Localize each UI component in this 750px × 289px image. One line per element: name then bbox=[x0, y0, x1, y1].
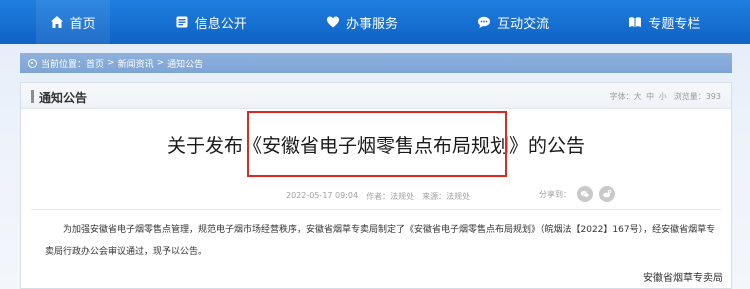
panel-meta: 字体：大 中 小 浏览量：393 bbox=[610, 91, 721, 102]
title-marker bbox=[31, 90, 34, 103]
breadcrumb-separator: > bbox=[107, 58, 115, 68]
nav-label: 互动交流 bbox=[497, 16, 550, 32]
article-meta: 2022-05-17 09:04 作者：法规处 来源：法规处 bbox=[286, 191, 470, 202]
nav-label: 办事服务 bbox=[345, 16, 398, 32]
article-body: 为加强安徽省电子烟零售点管理，规范电子烟市场经营秩序，安徽省烟草专卖局制定了《安… bbox=[45, 225, 716, 257]
nav-item-interaction[interactable]: 互动交流 bbox=[463, 0, 563, 44]
share-label: 分享到： bbox=[539, 189, 571, 199]
views-label: 浏览量： bbox=[673, 92, 706, 101]
home-icon bbox=[50, 15, 64, 29]
breadcrumb: 当前位置： 首页 > 新闻资讯 > 通知公告 bbox=[20, 53, 732, 73]
document-icon bbox=[175, 15, 189, 29]
source-label: 来源： bbox=[422, 192, 447, 201]
heart-icon bbox=[326, 15, 340, 29]
nav-label: 信息公开 bbox=[194, 16, 247, 32]
font-size-label: 字体： bbox=[609, 92, 634, 101]
share-bar: 分享到： bbox=[539, 186, 615, 202]
font-size-options[interactable]: 大 中 小 bbox=[634, 92, 668, 101]
nav-item-services[interactable]: 办事服务 bbox=[312, 0, 412, 44]
panel-header: 通知公告 字体：大 中 小 浏览量：393 bbox=[21, 83, 731, 109]
book-icon bbox=[628, 15, 642, 29]
article-date: 2022-05-17 09:04 bbox=[286, 191, 359, 200]
article-signature: 安徽省烟草专卖局 bbox=[643, 273, 723, 284]
nav-item-info[interactable]: 信息公开 bbox=[161, 0, 261, 44]
chat-icon bbox=[477, 15, 491, 29]
weibo-share-button[interactable] bbox=[599, 186, 615, 202]
wechat-share-button[interactable] bbox=[577, 186, 593, 202]
nav-item-topics[interactable]: 专题专栏 bbox=[614, 0, 714, 44]
author-label: 作者： bbox=[366, 192, 391, 201]
wechat-icon bbox=[580, 190, 590, 198]
content-panel: 通知公告 字体：大 中 小 浏览量：393 关于发布《安徽省电子烟零售点布局规划… bbox=[20, 82, 732, 289]
top-nav: 首页 信息公开 办事服务 互动交流 专题专栏 bbox=[0, 0, 750, 44]
weibo-icon bbox=[603, 189, 612, 198]
highlight-annotation bbox=[247, 111, 507, 177]
panel-title: 通知公告 bbox=[39, 91, 88, 105]
breadcrumb-prefix: 当前位置： bbox=[41, 59, 87, 70]
article-source: 法规处 bbox=[446, 192, 471, 201]
article-author: 法规处 bbox=[390, 192, 415, 201]
divider bbox=[31, 209, 721, 210]
nav-label: 专题专栏 bbox=[648, 16, 701, 32]
breadcrumb-separator: > bbox=[156, 58, 165, 68]
nav-label: 首页 bbox=[69, 16, 96, 32]
nav-item-home[interactable]: 首页 bbox=[35, 0, 110, 44]
breadcrumb-item-news[interactable]: 新闻资讯 bbox=[118, 57, 154, 70]
breadcrumb-item-notices[interactable]: 通知公告 bbox=[167, 57, 203, 70]
location-icon bbox=[28, 58, 37, 68]
views-count: 393 bbox=[705, 92, 721, 101]
breadcrumb-item-home[interactable]: 首页 bbox=[86, 57, 104, 70]
